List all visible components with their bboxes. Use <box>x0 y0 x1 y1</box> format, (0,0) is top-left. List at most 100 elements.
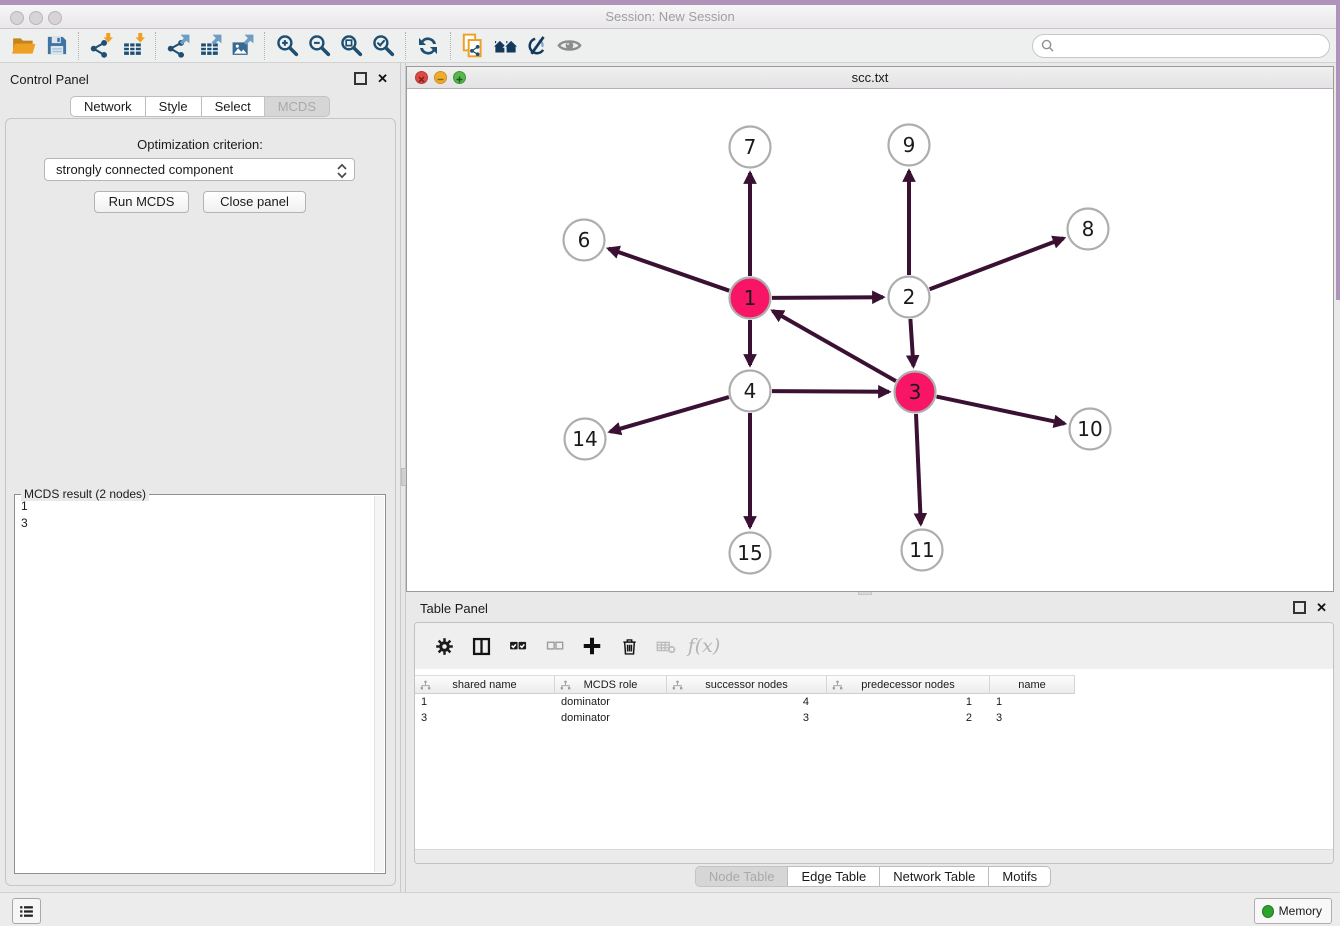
graph-edge[interactable] <box>772 391 889 392</box>
table-cell[interactable]: 2 <box>827 710 990 726</box>
open-folder-icon[interactable] <box>8 31 40 61</box>
graph-node[interactable]: 7 <box>730 127 771 168</box>
export-table-icon[interactable] <box>194 31 226 61</box>
svg-text:14: 14 <box>572 427 597 451</box>
window-close-button[interactable] <box>10 11 24 25</box>
control-panel: Control Panel ✕ NetworkStyleSelectMCDS O… <box>0 63 400 892</box>
table-cell[interactable]: 3 <box>415 710 555 726</box>
tab-style[interactable]: Style <box>145 96 202 117</box>
table-cell[interactable]: 1 <box>415 694 555 710</box>
graph-edge[interactable] <box>610 397 729 432</box>
refresh-icon[interactable] <box>412 31 444 61</box>
control-panel-close-icon[interactable]: ✕ <box>377 72 388 85</box>
table-panel-title: Table Panel <box>420 601 488 616</box>
graph-edge[interactable] <box>930 238 1064 289</box>
column-type-icon <box>672 680 683 691</box>
add-icon[interactable] <box>577 632 607 660</box>
mcds-result-text[interactable]: 1 3 <box>21 498 28 532</box>
tab-network-table[interactable]: Network Table <box>879 866 989 887</box>
table-panel-close-icon[interactable]: ✕ <box>1316 601 1327 614</box>
zoom-in-icon[interactable] <box>271 31 303 61</box>
show-hide-details-icon[interactable] <box>553 31 585 61</box>
graph-node[interactable]: 4 <box>730 371 771 412</box>
graph-node[interactable]: 15 <box>730 533 771 574</box>
column-header-successor-nodes[interactable]: successor nodes <box>667 675 827 694</box>
window-zoom-button[interactable] <box>48 11 62 25</box>
graph-node[interactable]: 6 <box>564 220 605 261</box>
graph-edge[interactable] <box>609 249 730 291</box>
table-cell[interactable]: 1 <box>827 694 990 710</box>
memory-button[interactable]: Memory <box>1254 898 1332 924</box>
save-icon[interactable] <box>40 31 72 61</box>
graph-node[interactable]: 11 <box>902 530 943 571</box>
column-header-MCDS-role[interactable]: MCDS role <box>555 675 667 694</box>
svg-text:8: 8 <box>1082 217 1095 241</box>
graph-node[interactable]: 9 <box>889 125 930 166</box>
close-panel-button[interactable]: Close panel <box>203 191 306 213</box>
graph-edge[interactable] <box>937 397 1065 424</box>
graph-edge[interactable] <box>772 297 883 298</box>
table-cell[interactable]: 3 <box>667 710 827 726</box>
memory-label: Memory <box>1279 904 1322 918</box>
tab-mcds[interactable]: MCDS <box>264 96 330 117</box>
table-cell[interactable]: dominator <box>555 694 667 710</box>
network-canvas[interactable]: 7 9 6 8 1 2 4 3 14 10 15 11 <box>407 89 1333 591</box>
control-panel-title: Control Panel <box>10 72 89 87</box>
graph-edge[interactable] <box>916 414 921 524</box>
table-panel-float-icon[interactable] <box>1293 601 1306 614</box>
clone-network-icon[interactable] <box>457 31 489 61</box>
table-cell[interactable]: 4 <box>667 694 827 710</box>
import-table-icon[interactable] <box>117 31 149 61</box>
column-header-name[interactable]: name <box>990 675 1075 694</box>
select-all-icon[interactable] <box>503 632 533 660</box>
export-network-icon[interactable] <box>162 31 194 61</box>
network-window-titlebar[interactable]: scc.txt <box>407 67 1333 89</box>
column-header-shared-name[interactable]: shared name <box>415 675 555 694</box>
window-minimize-button[interactable] <box>29 11 43 25</box>
graph-node[interactable]: 14 <box>565 419 606 460</box>
table-row[interactable]: 1dominator411 <box>415 694 1331 710</box>
result-scrollbar[interactable] <box>374 496 384 872</box>
tab-node-table[interactable]: Node Table <box>695 866 789 887</box>
delete-icon[interactable] <box>614 632 644 660</box>
table-panel: Table Panel ✕ f(x) shared nameMCDS roles… <box>406 595 1340 892</box>
network-close-icon[interactable] <box>415 71 428 84</box>
table-cell[interactable]: 1 <box>990 694 1075 710</box>
zoom-fit-icon[interactable] <box>335 31 367 61</box>
tab-network[interactable]: Network <box>70 96 146 117</box>
network-zoom-icon[interactable] <box>453 71 466 84</box>
network-minimize-icon[interactable] <box>434 71 447 84</box>
graph-node[interactable]: 10 <box>1070 409 1111 450</box>
table-cell[interactable]: dominator <box>555 710 667 726</box>
export-image-icon[interactable] <box>226 31 258 61</box>
settings-gear-icon[interactable] <box>429 632 459 660</box>
tab-edge-table[interactable]: Edge Table <box>787 866 880 887</box>
column-header-predecessor-nodes[interactable]: predecessor nodes <box>827 675 990 694</box>
graph-node[interactable]: 8 <box>1068 209 1109 250</box>
show-columns-icon[interactable] <box>466 632 496 660</box>
task-history-button[interactable] <box>12 898 41 924</box>
table-frame: f(x) shared nameMCDS rolesuccessor nodes… <box>414 622 1334 864</box>
svg-text:6: 6 <box>578 228 591 252</box>
tab-motifs[interactable]: Motifs <box>988 866 1051 887</box>
optimization-criterion-dropdown[interactable]: strongly connected component <box>44 158 355 181</box>
graph-node[interactable]: 1 <box>730 278 771 319</box>
table-cell[interactable]: 3 <box>990 710 1075 726</box>
home-layouts-icon[interactable] <box>489 31 521 61</box>
search-input[interactable] <box>1032 34 1330 58</box>
deselect-all-icon[interactable] <box>540 632 570 660</box>
run-mcds-button[interactable]: Run MCDS <box>94 191 189 213</box>
control-panel-float-icon[interactable] <box>354 72 367 85</box>
zoom-out-icon[interactable] <box>303 31 335 61</box>
hide-graphics-details-icon[interactable] <box>521 31 553 61</box>
graph-node[interactable]: 2 <box>889 277 930 318</box>
table-row[interactable]: 3dominator323 <box>415 710 1331 726</box>
table-body: 1dominator4113dominator323 <box>415 694 1331 726</box>
graph-node[interactable]: 3 <box>895 372 936 413</box>
tab-select[interactable]: Select <box>201 96 265 117</box>
graph-edge[interactable] <box>910 319 913 366</box>
table-horizontal-scrollbar[interactable] <box>415 849 1333 863</box>
zoom-selected-icon[interactable] <box>367 31 399 61</box>
import-network-icon[interactable] <box>85 31 117 61</box>
graph-edge[interactable] <box>773 311 896 381</box>
